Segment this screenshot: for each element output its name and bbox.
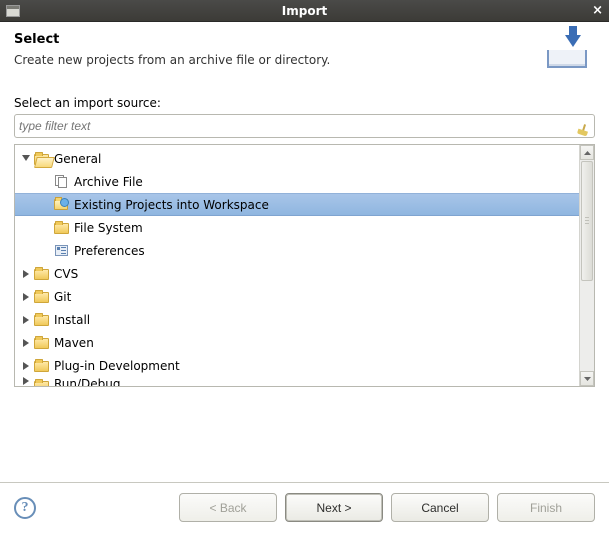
tree-node-plugin-dev[interactable]: Plug-in Development xyxy=(15,354,579,377)
source-label: Select an import source: xyxy=(14,96,595,110)
tree-label: Existing Projects into Workspace xyxy=(74,198,269,212)
tree-container: General Archive File Existing Projects i… xyxy=(14,144,595,387)
filter-row xyxy=(14,114,595,138)
folder-icon xyxy=(33,289,49,305)
window-title: Import xyxy=(0,4,609,18)
folder-icon xyxy=(33,358,49,374)
tree-label: Preferences xyxy=(74,244,145,258)
expand-toggle[interactable] xyxy=(21,155,31,163)
import-source-tree[interactable]: General Archive File Existing Projects i… xyxy=(15,145,579,386)
folder-icon xyxy=(33,312,49,328)
archive-file-icon xyxy=(53,174,69,190)
tree-label: Plug-in Development xyxy=(54,359,180,373)
tree-node-install[interactable]: Install xyxy=(15,308,579,331)
tree-label: General xyxy=(54,152,101,166)
expand-toggle[interactable] xyxy=(21,362,31,370)
tree-node-general[interactable]: General xyxy=(15,147,579,170)
wizard-header: Select Create new projects from an archi… xyxy=(0,22,609,84)
scroll-thumb[interactable] xyxy=(581,161,593,281)
tree-node-file-system[interactable]: File System xyxy=(15,216,579,239)
tree-label: Archive File xyxy=(74,175,143,189)
tree-label: Git xyxy=(54,290,71,304)
clear-filter-icon[interactable] xyxy=(574,118,590,134)
wizard-footer: ? < Back Next > Cancel Finish xyxy=(0,482,609,534)
tree-node-run-debug[interactable]: Run/Debug xyxy=(15,377,579,386)
page-title: Select xyxy=(14,32,330,47)
tree-node-existing-projects[interactable]: Existing Projects into Workspace xyxy=(15,193,579,216)
folder-icon xyxy=(53,220,69,236)
folder-icon xyxy=(33,377,49,386)
back-button: < Back xyxy=(179,493,277,522)
filter-input[interactable] xyxy=(19,119,574,133)
tree-label: CVS xyxy=(54,267,78,281)
scroll-up-icon[interactable] xyxy=(580,145,594,160)
preferences-icon xyxy=(53,243,69,259)
import-icon xyxy=(545,32,589,70)
folder-open-icon xyxy=(33,151,49,167)
folder-icon xyxy=(33,335,49,351)
finish-button: Finish xyxy=(497,493,595,522)
tree-node-preferences[interactable]: Preferences xyxy=(15,239,579,262)
tree-node-maven[interactable]: Maven xyxy=(15,331,579,354)
tree-node-archive-file[interactable]: Archive File xyxy=(15,170,579,193)
tree-label: Install xyxy=(54,313,90,327)
help-button[interactable]: ? xyxy=(14,497,36,519)
project-import-icon xyxy=(53,197,69,213)
tree-node-git[interactable]: Git xyxy=(15,285,579,308)
expand-toggle[interactable] xyxy=(21,270,31,278)
tree-label: File System xyxy=(74,221,143,235)
close-icon[interactable]: × xyxy=(592,3,603,18)
page-subtitle: Create new projects from an archive file… xyxy=(14,53,330,67)
tree-node-cvs[interactable]: CVS xyxy=(15,262,579,285)
cancel-button[interactable]: Cancel xyxy=(391,493,489,522)
scroll-down-icon[interactable] xyxy=(580,371,594,386)
expand-toggle[interactable] xyxy=(21,316,31,324)
titlebar: Import × xyxy=(0,0,609,22)
next-button[interactable]: Next > xyxy=(285,493,383,522)
expand-toggle[interactable] xyxy=(21,377,31,385)
window-icon xyxy=(6,5,20,17)
tree-label: Run/Debug xyxy=(54,377,121,386)
folder-icon xyxy=(33,266,49,282)
tree-label: Maven xyxy=(54,336,94,350)
expand-toggle[interactable] xyxy=(21,339,31,347)
scrollbar[interactable] xyxy=(579,145,594,386)
expand-toggle[interactable] xyxy=(21,293,31,301)
